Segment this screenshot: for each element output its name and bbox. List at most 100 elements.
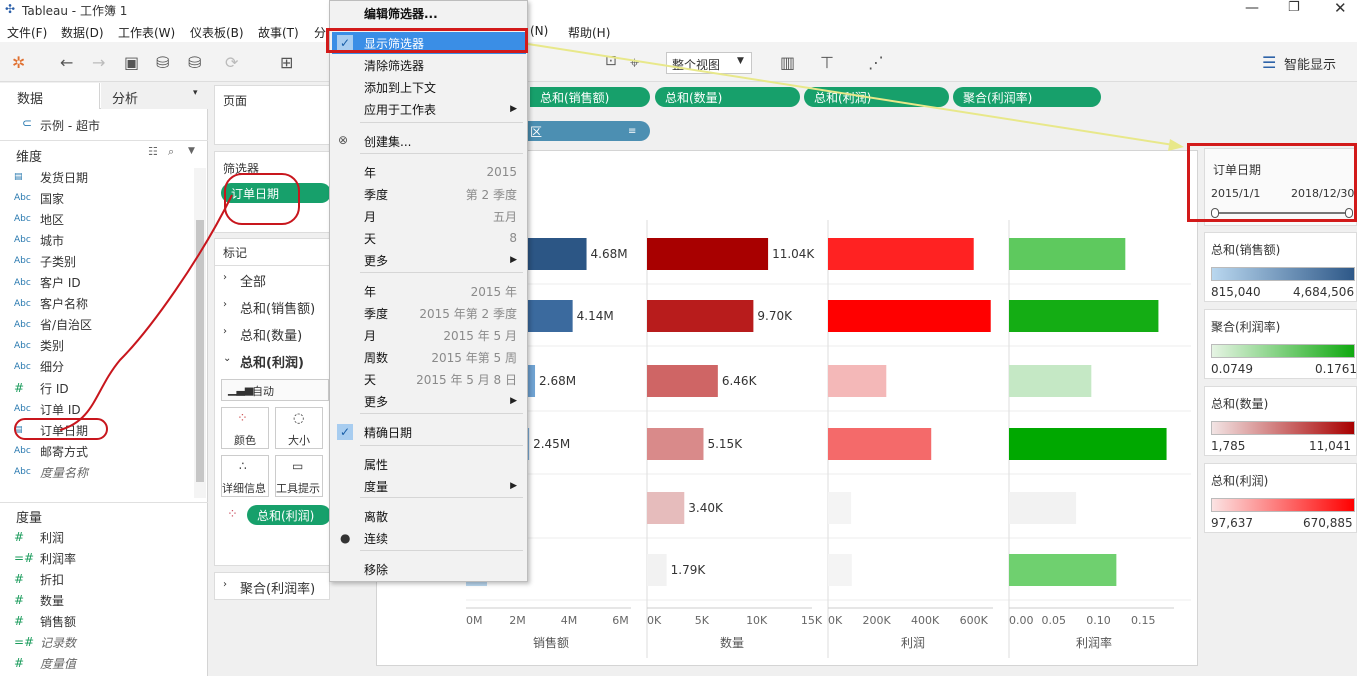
columns-pill-rate[interactable]: 聚合(利润率): [953, 87, 1101, 107]
scrollbar-thumb[interactable]: [196, 220, 204, 482]
menu-item[interactable]: 创建集...: [364, 131, 411, 151]
chevron-down-icon[interactable]: ▼: [188, 146, 195, 156]
refresh-icon[interactable]: ⟳: [225, 53, 238, 72]
menu-item[interactable]: 更多: [364, 391, 388, 411]
fit-icon[interactable]: ⊡: [605, 53, 617, 69]
dimension-item[interactable]: Abc 订单 ID: [14, 399, 81, 419]
menu-story[interactable]: 故事(T): [258, 24, 299, 41]
minimize-icon[interactable]: —: [1245, 0, 1259, 16]
menu-item[interactable]: 年: [364, 162, 376, 182]
dimension-item[interactable]: Abc 度量名称: [14, 462, 88, 482]
dimension-item[interactable]: ▤ 发货日期: [14, 167, 88, 187]
menu-data[interactable]: 数据(D): [61, 24, 104, 41]
dimension-item[interactable]: Abc 国家: [14, 188, 64, 208]
mark-type-select[interactable]: ▁▃▅ 自动: [221, 379, 329, 401]
tab-data[interactable]: 数据: [0, 83, 100, 109]
measure-item[interactable]: # 销售额: [14, 611, 76, 631]
dimension-item[interactable]: Abc 邮寄方式: [14, 441, 88, 461]
new-datasource-icon[interactable]: ⛁: [156, 53, 169, 72]
view-mode-select[interactable]: 整个视图 ▼: [666, 52, 752, 74]
columns-pill-sales[interactable]: 总和(销售额): [530, 87, 650, 107]
tab-analysis[interactable]: 分析 ▾: [101, 83, 208, 109]
rows-pill-region[interactable]: 区 ≡: [520, 121, 650, 141]
back-icon[interactable]: ←: [60, 53, 73, 72]
menu-item[interactable]: 周数: [364, 347, 388, 367]
dimension-item[interactable]: Abc 地区: [14, 209, 64, 229]
save-icon[interactable]: ▣: [124, 53, 139, 72]
color-button[interactable]: ⁘ 颜色: [221, 407, 269, 449]
menu-item[interactable]: 精确日期: [364, 422, 412, 442]
dimension-item[interactable]: Abc 细分: [14, 357, 64, 377]
measure-item[interactable]: # 折扣: [14, 569, 64, 589]
menu-item[interactable]: 更多: [364, 250, 388, 270]
list-view-icon[interactable]: ☷: [148, 145, 158, 158]
detail-button[interactable]: ∴ 详细信息: [221, 455, 269, 497]
marks-quantity[interactable]: 总和(数量): [240, 325, 302, 344]
menu-analysis[interactable]: 分: [314, 24, 326, 41]
collapse-icon[interactable]: ›: [223, 299, 227, 310]
dimension-item[interactable]: # 行 ID: [14, 378, 69, 398]
menu-item[interactable]: 编辑筛选器...: [364, 3, 438, 23]
presentation-icon[interactable]: ⊤: [820, 53, 834, 72]
menu-item[interactable]: 连续: [364, 528, 388, 548]
maximize-icon[interactable]: ❐: [1288, 0, 1300, 15]
menu-item[interactable]: 年: [364, 281, 376, 301]
menu-item[interactable]: 属性: [364, 454, 388, 474]
smart-show-label[interactable]: 智能显示: [1284, 54, 1336, 73]
collapse-icon[interactable]: ›: [223, 272, 227, 283]
forward-icon[interactable]: →: [92, 53, 105, 72]
marks-sales[interactable]: 总和(销售额): [240, 298, 315, 317]
dimension-item[interactable]: Abc 城市: [14, 230, 64, 250]
menu-help[interactable]: 帮助(H): [568, 24, 610, 41]
measure-item[interactable]: =# 记录数: [14, 632, 76, 652]
close-icon[interactable]: ✕: [1334, 0, 1347, 17]
menu-window[interactable]: (N): [530, 24, 548, 38]
tooltip-button[interactable]: ▭ 工具提示: [275, 455, 323, 497]
measure-item[interactable]: # 数量: [14, 590, 64, 610]
dimension-item[interactable]: Abc 客户名称: [14, 294, 88, 314]
pages-card[interactable]: 页面: [214, 85, 330, 145]
menu-item[interactable]: 度量: [364, 476, 388, 496]
measure-item[interactable]: # 利润: [14, 527, 64, 547]
columns-pill-profit[interactable]: 总和(利润): [804, 87, 949, 107]
measure-item[interactable]: # 度量值: [14, 653, 76, 673]
expand-icon[interactable]: ⌄: [223, 353, 231, 364]
menu-item[interactable]: 天: [364, 369, 376, 389]
menu-item[interactable]: 添加到上下文: [364, 77, 436, 97]
columns-pill-quantity[interactable]: 总和(数量): [655, 87, 800, 107]
menu-item[interactable]: 天: [364, 228, 376, 248]
datasource-name[interactable]: 示例 - 超市: [40, 117, 100, 134]
dimension-item[interactable]: Abc 客户 ID: [14, 273, 81, 293]
share-icon[interactable]: ⋰: [868, 53, 884, 72]
dimension-item[interactable]: Abc 类别: [14, 336, 64, 356]
marks-agg-row[interactable]: › 聚合(利润率): [214, 572, 330, 600]
tableau-start-icon[interactable]: ✲: [12, 53, 25, 72]
color-pill-profit[interactable]: 总和(利润): [247, 505, 331, 525]
menu-item[interactable]: 季度: [364, 184, 388, 204]
menu-item[interactable]: 清除筛选器: [364, 55, 424, 75]
measure-item[interactable]: =# 利润率: [14, 548, 76, 568]
color-label: 颜色: [234, 434, 256, 447]
search-icon[interactable]: ⌕: [168, 145, 174, 159]
menu-file[interactable]: 文件(F): [7, 24, 47, 41]
menu-item[interactable]: 月: [364, 206, 376, 226]
marks-profit[interactable]: 总和(利润): [240, 352, 304, 371]
menu-item[interactable]: 移除: [364, 559, 388, 579]
dimension-item[interactable]: Abc 子类别: [14, 251, 76, 271]
menu-item[interactable]: 月: [364, 325, 376, 345]
collapse-icon[interactable]: ›: [223, 326, 227, 337]
smart-show-icon[interactable]: ☰: [1262, 53, 1276, 72]
show-cards-icon[interactable]: ▥: [780, 53, 795, 72]
menu-item[interactable]: 应用于工作表: [364, 99, 436, 119]
pin-icon[interactable]: ⌖: [630, 53, 639, 73]
dimension-item[interactable]: Abc 省/自治区: [14, 315, 92, 335]
new-worksheet-icon[interactable]: ⊞: [280, 53, 293, 72]
size-button[interactable]: ◌ 大小: [275, 407, 323, 449]
marks-all[interactable]: 全部: [240, 271, 266, 290]
menu-worksheet[interactable]: 工作表(W): [118, 24, 175, 41]
menu-dashboard[interactable]: 仪表板(B): [190, 24, 244, 41]
pause-updates-icon[interactable]: ⛁: [188, 53, 201, 72]
menu-item[interactable]: 季度: [364, 303, 388, 323]
dimensions-scrollbar[interactable]: [194, 168, 206, 498]
menu-item[interactable]: 离散: [364, 506, 388, 526]
